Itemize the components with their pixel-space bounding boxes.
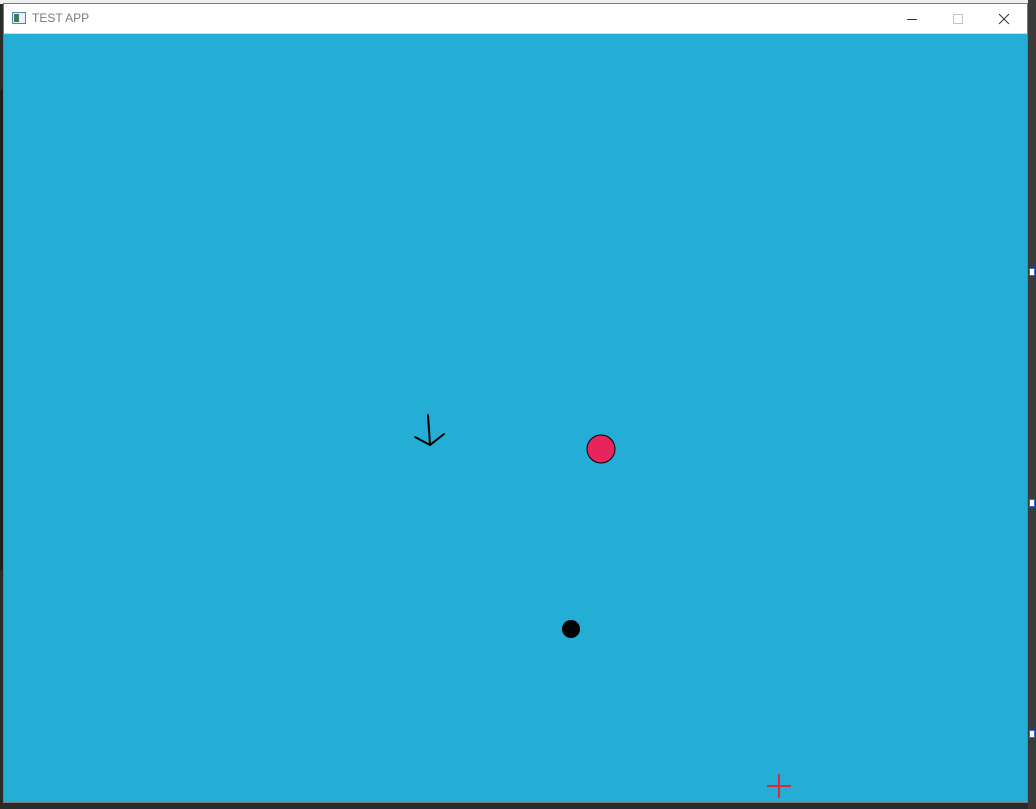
- resize-handle[interactable]: [1029, 268, 1035, 276]
- projectile: [562, 620, 580, 638]
- game-scene: [414, 414, 791, 798]
- crosshair-icon: [767, 774, 791, 798]
- resize-handle[interactable]: [1029, 730, 1035, 738]
- close-icon: [998, 13, 1010, 24]
- maximize-icon: [953, 13, 963, 24]
- game-canvas[interactable]: [4, 34, 1027, 802]
- arrow-down-icon: [414, 414, 445, 446]
- minimize-icon: [907, 18, 917, 20]
- enemy-ball: [586, 434, 616, 464]
- minimize-button[interactable]: [889, 4, 935, 33]
- app-icon: [12, 12, 26, 24]
- desktop-background-right: [1028, 0, 1036, 809]
- maximize-button[interactable]: [935, 4, 981, 33]
- window-title: TEST APP: [32, 11, 90, 25]
- resize-handle[interactable]: [1029, 499, 1035, 507]
- app-window: TEST APP: [3, 3, 1028, 803]
- title-bar[interactable]: TEST APP: [4, 4, 1027, 34]
- close-button[interactable]: [981, 4, 1027, 33]
